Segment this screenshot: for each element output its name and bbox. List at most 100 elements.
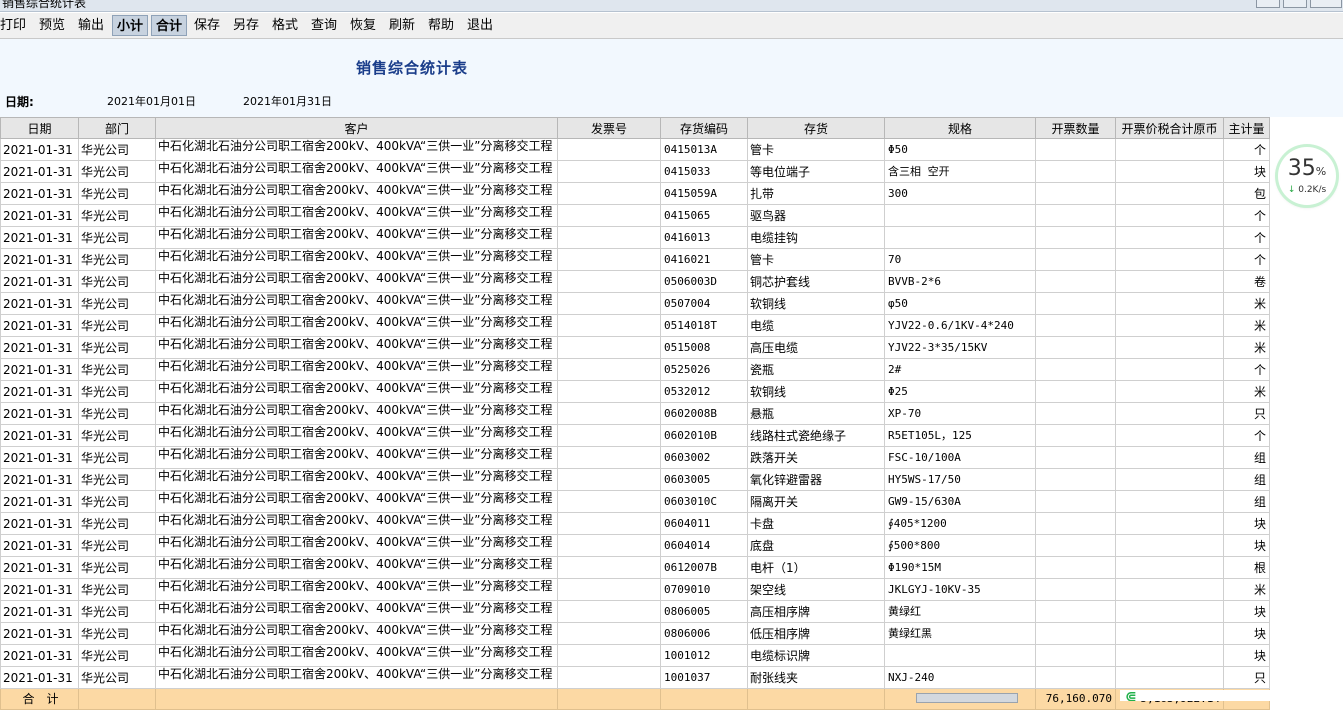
cell-quantity[interactable]	[1035, 402, 1116, 425]
cell-department[interactable]: 华光公司	[78, 292, 156, 315]
cell-unit[interactable]: 个	[1223, 226, 1270, 249]
cell-date[interactable]: 2021-01-31	[0, 490, 79, 513]
menu-print[interactable]: 打印	[0, 15, 26, 36]
cell-department[interactable]: 华光公司	[78, 424, 156, 447]
cell-invoice[interactable]	[557, 644, 661, 667]
column-header-quantity[interactable]: 开票数量	[1035, 117, 1116, 139]
network-speed-widget[interactable]: 35% ↓ 0.2K/s	[1278, 147, 1336, 205]
cell-invoice[interactable]	[557, 534, 661, 557]
column-header-amount[interactable]: 开票价税合计原币	[1115, 117, 1224, 139]
cell-date[interactable]: 2021-01-31	[0, 270, 79, 293]
cell-unit[interactable]: 包	[1223, 182, 1270, 205]
cell-amount[interactable]	[1115, 314, 1224, 337]
cell-quantity[interactable]	[1035, 490, 1116, 513]
table-row[interactable]: 2021-01-31 华光公司 中石化湖北石油分公司职工宿舍200kV、400kVA…	[0, 204, 1270, 227]
cell-item-code[interactable]: 0507004	[660, 292, 748, 315]
cell-date[interactable]: 2021-01-31	[0, 512, 79, 535]
cell-department[interactable]: 华光公司	[78, 446, 156, 469]
cell-item[interactable]: 瓷瓶	[747, 358, 885, 381]
cell-department[interactable]: 华光公司	[78, 380, 156, 403]
cell-amount[interactable]	[1115, 204, 1224, 227]
cell-customer[interactable]: 中石化湖北石油分公司职工宿舍200kV、400kVA“三供一业”分离移交工程	[155, 248, 558, 271]
cell-spec[interactable]: Φ190*15M	[884, 556, 1036, 579]
cell-date[interactable]: 2021-01-31	[0, 336, 79, 359]
cell-quantity[interactable]	[1035, 138, 1116, 161]
cell-quantity[interactable]	[1035, 314, 1116, 337]
cell-spec[interactable]: 2#	[884, 358, 1036, 381]
cell-department[interactable]: 华光公司	[78, 622, 156, 645]
cell-date[interactable]: 2021-01-31	[0, 182, 79, 205]
cell-spec[interactable]: NXJ-240	[884, 666, 1036, 689]
cell-spec[interactable]: 含三相 空开	[884, 160, 1036, 183]
cell-department[interactable]: 华光公司	[78, 138, 156, 161]
menu-total[interactable]: 合计	[151, 15, 187, 36]
cell-amount[interactable]	[1115, 424, 1224, 447]
cell-amount[interactable]	[1115, 622, 1224, 645]
cell-unit[interactable]: 组	[1223, 446, 1270, 469]
column-header-department[interactable]: 部门	[78, 117, 156, 139]
menu-subtotal[interactable]: 小计	[112, 15, 148, 36]
cell-date[interactable]: 2021-01-31	[0, 446, 79, 469]
cell-item-code[interactable]: 0416021	[660, 248, 748, 271]
cell-unit[interactable]: 块	[1223, 644, 1270, 667]
cell-quantity[interactable]	[1035, 204, 1116, 227]
cell-unit[interactable]: 卷	[1223, 270, 1270, 293]
cell-date[interactable]: 2021-01-31	[0, 424, 79, 447]
cell-unit[interactable]: 组	[1223, 490, 1270, 513]
cell-invoice[interactable]	[557, 314, 661, 337]
cell-spec[interactable]: YJV22-3*35/15KV	[884, 336, 1036, 359]
cell-customer[interactable]: 中石化湖北石油分公司职工宿舍200kV、400kVA“三供一业”分离移交工程	[155, 512, 558, 535]
cell-spec[interactable]: 300	[884, 182, 1036, 205]
cell-item-code[interactable]: 0603010C	[660, 490, 748, 513]
cell-item-code[interactable]: 0602010B	[660, 424, 748, 447]
cell-unit[interactable]: 米	[1223, 380, 1270, 403]
cell-quantity[interactable]	[1035, 622, 1116, 645]
cell-invoice[interactable]	[557, 446, 661, 469]
cell-item[interactable]: 电缆标识牌	[747, 644, 885, 667]
cell-unit[interactable]: 块	[1223, 512, 1270, 535]
cell-spec[interactable]: GW9-15/630A	[884, 490, 1036, 513]
menu-save[interactable]: 保存	[193, 15, 221, 36]
cell-date[interactable]: 2021-01-31	[0, 380, 79, 403]
cell-quantity[interactable]	[1035, 182, 1116, 205]
menu-save-as[interactable]: 另存	[232, 15, 260, 36]
table-row[interactable]: 2021-01-31 华光公司 中石化湖北石油分公司职工宿舍200kV、400kVA…	[0, 490, 1270, 513]
cell-invoice[interactable]	[557, 622, 661, 645]
cell-item[interactable]: 氧化锌避雷器	[747, 468, 885, 491]
column-header-date[interactable]: 日期	[0, 117, 79, 139]
cell-amount[interactable]	[1115, 248, 1224, 271]
cell-spec[interactable]: XP-70	[884, 402, 1036, 425]
cell-department[interactable]: 华光公司	[78, 314, 156, 337]
cell-amount[interactable]	[1115, 666, 1224, 689]
cell-date[interactable]: 2021-01-31	[0, 666, 79, 689]
table-row[interactable]: 2021-01-31 华光公司 中石化湖北石油分公司职工宿舍200kV、400kVA…	[0, 644, 1270, 667]
cell-unit[interactable]: 米	[1223, 578, 1270, 601]
cell-item[interactable]: 电缆	[747, 314, 885, 337]
cell-item-code[interactable]: 0806005	[660, 600, 748, 623]
table-row[interactable]: 2021-01-31 华光公司 中石化湖北石油分公司职工宿舍200kV、400kVA…	[0, 666, 1270, 689]
cell-customer[interactable]: 中石化湖北石油分公司职工宿舍200kV、400kVA“三供一业”分离移交工程	[155, 666, 558, 689]
cell-department[interactable]: 华光公司	[78, 402, 156, 425]
cell-item-code[interactable]: 0709010	[660, 578, 748, 601]
cell-amount[interactable]	[1115, 270, 1224, 293]
cell-item[interactable]: 跌落开关	[747, 446, 885, 469]
cell-unit[interactable]: 米	[1223, 314, 1270, 337]
cell-customer[interactable]: 中石化湖北石油分公司职工宿舍200kV、400kVA“三供一业”分离移交工程	[155, 468, 558, 491]
cell-unit[interactable]: 个	[1223, 138, 1270, 161]
cell-date[interactable]: 2021-01-31	[0, 358, 79, 381]
cell-date[interactable]: 2021-01-31	[0, 468, 79, 491]
cell-invoice[interactable]	[557, 468, 661, 491]
cell-spec[interactable]: BVVB-2*6	[884, 270, 1036, 293]
cell-item[interactable]: 高压相序牌	[747, 600, 885, 623]
cell-item[interactable]: 软铜线	[747, 292, 885, 315]
cell-department[interactable]: 华光公司	[78, 204, 156, 227]
column-header-unit[interactable]: 主计量	[1223, 117, 1270, 139]
cell-item[interactable]: 悬瓶	[747, 402, 885, 425]
table-row[interactable]: 2021-01-31 华光公司 中石化湖北石油分公司职工宿舍200kV、400kVA…	[0, 380, 1270, 403]
cell-amount[interactable]	[1115, 534, 1224, 557]
cell-customer[interactable]: 中石化湖北石油分公司职工宿舍200kV、400kVA“三供一业”分离移交工程	[155, 622, 558, 645]
cell-item[interactable]: 软铜线	[747, 380, 885, 403]
cell-item[interactable]: 耐张线夹	[747, 666, 885, 689]
cell-customer[interactable]: 中石化湖北石油分公司职工宿舍200kV、400kVA“三供一业”分离移交工程	[155, 556, 558, 579]
cell-amount[interactable]	[1115, 336, 1224, 359]
